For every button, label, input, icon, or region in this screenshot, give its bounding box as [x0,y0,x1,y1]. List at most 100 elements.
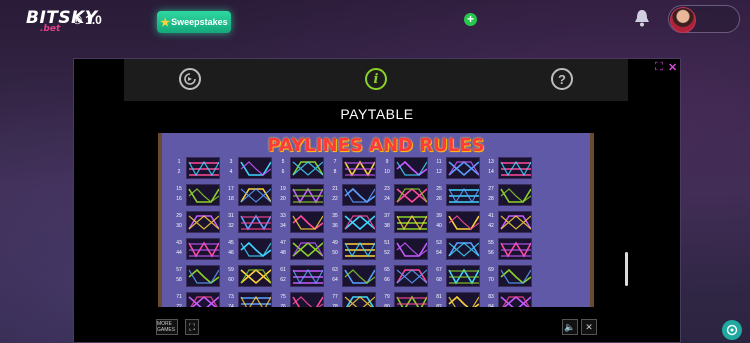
payline-shape [500,295,531,307]
payline-diagram [238,238,272,260]
replay-icon[interactable] [179,68,201,90]
payline-stroke [397,216,427,230]
payline-shape [292,268,323,285]
payline-shape [344,214,375,231]
sweepstakes-button[interactable]: ★ Sweepstakes [157,11,231,33]
payline-number: 76 [280,304,286,307]
payline-number: 46 [228,250,234,256]
payline-number: 65 [384,267,390,273]
payline-stroke [396,188,427,203]
payline-number: 13 [488,159,494,165]
payline-shape [188,188,219,203]
payline-number: 30 [176,223,182,229]
payline-shape [448,187,479,204]
payline-diagram [446,184,480,206]
payline-shape [500,215,531,230]
payline-stroke [189,243,219,257]
payline-number: 58 [176,277,182,283]
payline-number: 78 [332,304,338,307]
profile-menu[interactable] [668,5,740,33]
more-games-button[interactable]: MORE GAMES [156,319,178,335]
payline-shape [344,187,375,204]
payline-shape [396,242,427,257]
payline-shape [396,214,427,231]
payline-number: 39 [436,213,442,219]
payline-stroke [449,189,479,203]
payline-shape [292,296,323,307]
payline-number: 8 [333,169,337,175]
info-icon[interactable]: i [365,68,387,90]
game-icon-bar: i ? [124,59,628,101]
payline-number: 54 [436,250,442,256]
close-window-icon[interactable]: ✕ [668,61,677,74]
payline-number: 38 [384,223,390,229]
payline-diagram [446,211,480,233]
payline-shape [448,242,479,257]
payline-number: 11 [436,159,442,165]
payline-diagram [446,238,480,260]
payline-diagram [290,157,324,179]
payline-number: 6 [281,169,285,175]
game-window: ⛶ ✕ i ? PAYTABLE PAYLINES AND RULES 1234… [73,58,681,343]
chat-support-icon[interactable] [722,320,742,340]
payline-stroke [396,269,427,284]
payline-number: 53 [436,240,442,246]
payline-shape [448,215,479,230]
payline-number: 56 [488,250,494,256]
payline-shape [240,241,271,258]
payline-shape [344,296,375,307]
expand-window-icon[interactable]: ⛶ [655,61,663,74]
close-game-icon[interactable]: ✕ [581,319,597,335]
payline-stroke [293,270,323,284]
payline-shape [500,268,531,285]
payline-number: 27 [488,186,494,192]
payline-number: 49 [332,240,338,246]
scrollbar[interactable] [625,252,628,286]
paylines-panel-title: PAYLINES AND RULES [267,135,485,156]
bell-icon[interactable] [634,9,650,27]
add-funds-button[interactable]: + [464,13,477,26]
payline-number: 1 [177,159,181,165]
payline-number: 44 [176,250,182,256]
payline-shape [188,241,219,258]
payline-shape [500,160,531,177]
payline-diagram [498,265,532,287]
top-bar: BITSKY .bet ® 1.0 ★ Sweepstakes + [0,0,750,45]
payline-number: 23 [384,186,390,192]
payline-number: 75 [280,294,286,300]
payline-number: 59 [228,267,234,273]
payline-diagram [238,265,272,287]
payline-number: 82 [436,304,442,307]
payline-number: 62 [280,277,286,283]
payline-stroke [501,162,531,176]
payline-number: 36 [332,223,338,229]
payline-diagram [290,211,324,233]
payline-number: 73 [228,294,234,300]
payline-number: 10 [384,169,390,175]
sound-icon[interactable]: 🔈 [562,319,578,335]
payline-diagram [394,292,428,307]
payline-diagram [290,265,324,287]
brand-logo-sub: .bet [40,24,61,34]
payline-number: 18 [228,196,234,202]
payline-number: 80 [384,304,390,307]
payline-diagram [342,211,376,233]
payline-stroke [448,295,479,307]
payline-number: 69 [488,267,494,273]
payline-number: 64 [332,277,338,283]
payline-number: 28 [488,196,494,202]
payline-diagram [238,292,272,307]
help-icon[interactable]: ? [551,68,573,90]
payline-diagram [498,184,532,206]
payline-number: 20 [280,196,286,202]
payline-number: 52 [384,250,390,256]
payline-number: 63 [332,267,338,273]
payline-number: 70 [488,277,494,283]
payline-diagram [498,211,532,233]
payline-number: 7 [333,159,337,165]
payline-number: 81 [436,294,442,300]
payline-diagram [238,157,272,179]
payline-stroke [448,242,479,257]
fullscreen-icon[interactable]: ⛶ [185,319,199,335]
payline-diagram [394,211,428,233]
